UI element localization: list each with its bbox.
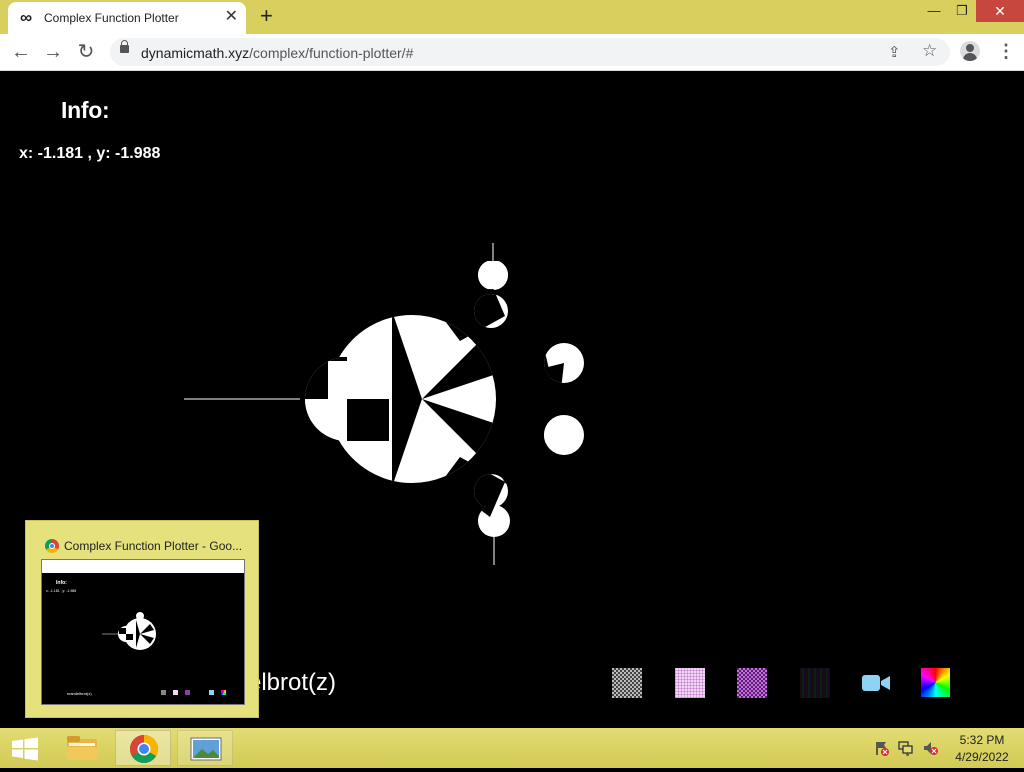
network-icon[interactable] [898,740,914,756]
camera-icon[interactable] [862,672,890,694]
function-label: elbrot(z) [248,669,337,696]
chrome-icon [45,539,59,553]
gray-checker-swatch[interactable] [612,668,642,698]
bookmark-star-icon[interactable]: ☆ [922,41,937,61]
taskbar-google-chrome[interactable] [115,730,171,766]
color-wheel-swatch[interactable] [921,668,950,697]
preview-swatch [221,690,226,695]
info-title: Info: [61,97,110,123]
preview-browser-chrome [42,560,244,573]
reload-icon[interactable]: ↻ [75,41,97,63]
preview-screenshot[interactable]: Info: x: -1.181 , y: -1.988 mandelbrot(z… [41,559,245,705]
windows-start-icon[interactable] [11,737,39,761]
preview-info-title: Info: [56,580,67,586]
url-text: dynamicmath.xyz/complex/function-plotter… [141,45,414,61]
lock-icon[interactable] [120,40,129,53]
cursor-coordinates: x: -1.181 , y: -1.988 [19,145,161,162]
infinity-icon: ∞ [20,8,33,27]
restore-button[interactable]: ❐ [946,0,978,22]
folder-icon [67,736,97,760]
taskbar-file-explorer[interactable] [54,730,110,766]
tab-complex-function-plotter[interactable]: ∞ Complex Function Plotter ✕ [8,2,246,34]
preview-function-label: mandelbrot(z) [67,691,92,696]
preview-title: Complex Function Plotter - Goo... [64,539,243,553]
pink-grid-swatch[interactable] [675,668,705,698]
close-window-button[interactable]: ✕ [976,0,1024,22]
preview-swatch [161,690,166,695]
tab-close-button[interactable]: ✕ [225,9,238,25]
volume-muted-icon[interactable] [922,740,938,756]
clock-time: 5:32 PM [959,733,1005,747]
preview-swatch [173,690,178,695]
share-icon[interactable]: ⇪ [888,43,901,61]
new-tab-button[interactable]: + [260,5,273,27]
preview-swatch [185,690,190,695]
preview-swatch [209,690,214,695]
taskbar-photos[interactable] [177,730,233,766]
purple-checker-swatch[interactable] [737,668,767,698]
windows-taskbar [0,728,1024,768]
tab-title: Complex Function Plotter [44,11,179,25]
checkerboard-fill [305,261,584,537]
system-clock[interactable]: 5:32 PM 4/29/2022 [950,732,1014,766]
forward-arrow-icon[interactable]: → [42,41,64,63]
taskbar-thumbnail-preview[interactable]: Complex Function Plotter - Goo... Info: … [25,520,259,718]
chrome-icon [130,735,158,763]
browser-toolbar: ← → ↻ dynamicmath.xyz/complex/function-p… [0,34,1024,71]
address-bar[interactable]: dynamicmath.xyz/complex/function-plotter… [110,38,950,66]
tab-strip: ∞ Complex Function Plotter ✕ + — ❐ ✕ [0,0,1024,34]
preview-coordinates: x: -1.181 , y: -1.988 [46,589,77,593]
dark-stripe-swatch[interactable] [800,668,830,698]
action-center-flag-icon[interactable] [874,740,890,756]
kebab-menu-icon[interactable]: ⋮ [997,42,1015,60]
photos-icon [190,737,222,761]
back-arrow-icon[interactable]: ← [10,41,32,63]
preview-fractal-icon [102,612,156,650]
profile-avatar-icon[interactable] [960,41,980,61]
clock-date: 4/29/2022 [955,750,1009,764]
